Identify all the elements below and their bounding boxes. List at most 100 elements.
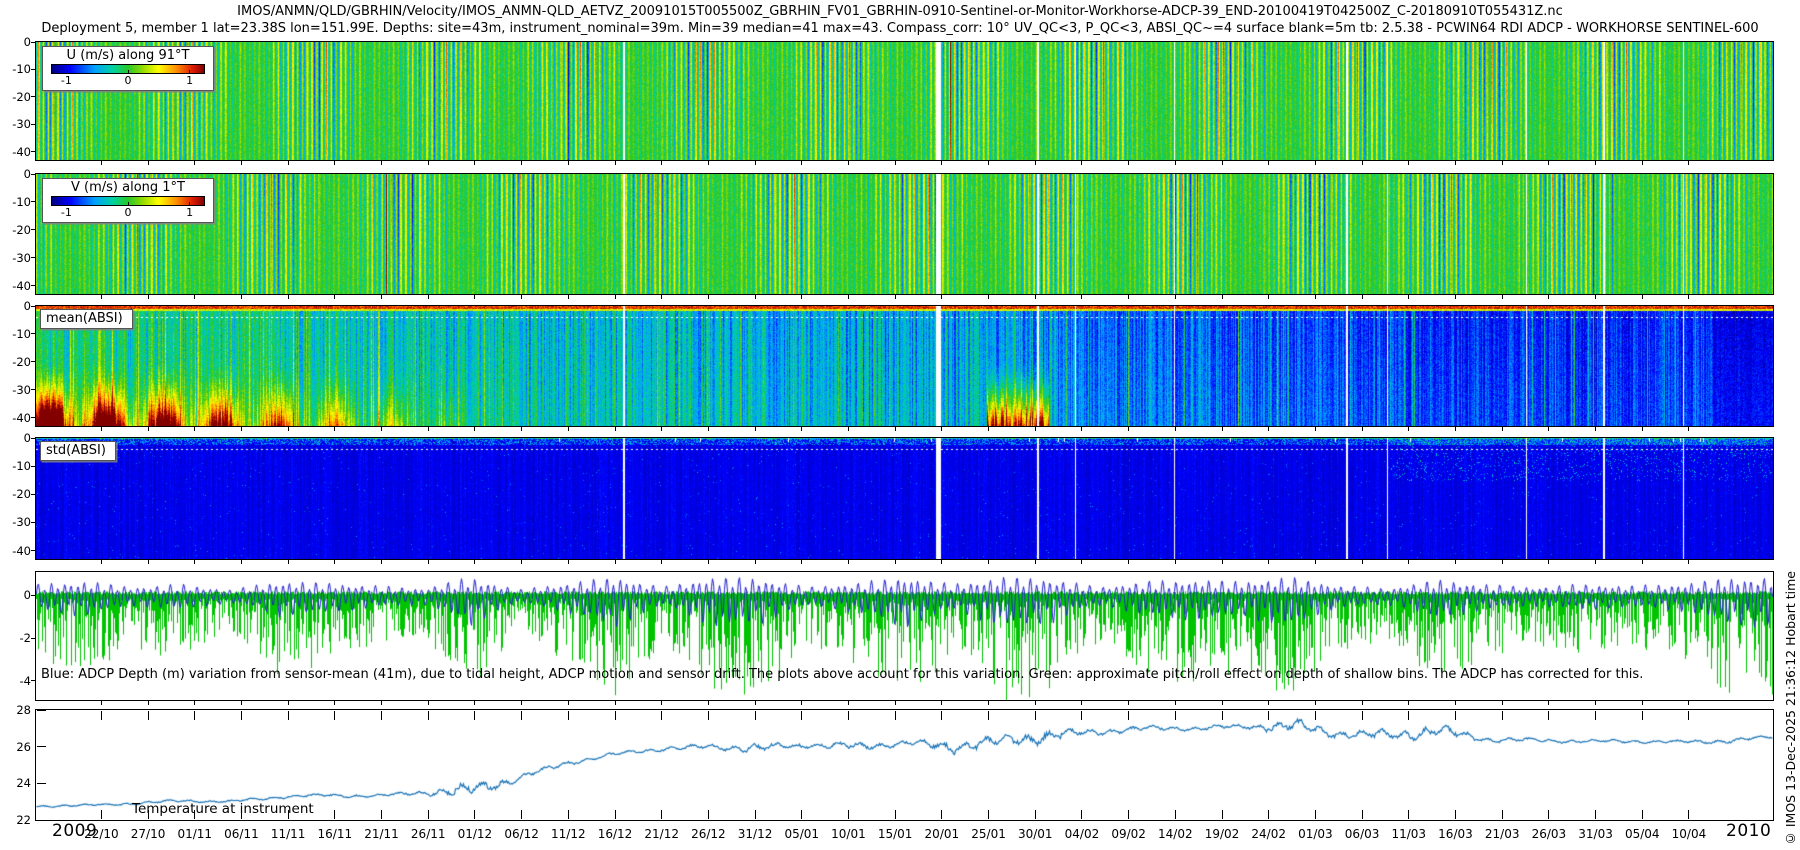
x-tick-mark xyxy=(755,560,756,564)
x-tick-mark xyxy=(428,295,429,299)
x-tick-mark xyxy=(1035,701,1036,705)
x-tick-mark xyxy=(1642,560,1643,564)
x-tick-mark xyxy=(1081,810,1082,819)
x-tick-mark xyxy=(381,711,382,720)
x-tick-mark xyxy=(334,560,335,564)
x-tick-mark xyxy=(1548,560,1549,564)
y-tick-label: -10 xyxy=(0,62,31,76)
x-tick-mark xyxy=(941,560,942,564)
y-tick-mark xyxy=(31,306,35,307)
x-tick-mark xyxy=(1455,711,1456,720)
x-tick-mark xyxy=(148,295,149,299)
x-tick-mark xyxy=(1222,810,1223,819)
x-tick-mark xyxy=(1595,161,1596,165)
x-tick-mark xyxy=(381,560,382,564)
x-tick-mark xyxy=(1128,427,1129,431)
x-tick-mark xyxy=(148,161,149,165)
x-tick-mark xyxy=(381,161,382,165)
x-tick-mark xyxy=(1688,560,1689,564)
temperature-label: Temperature at instrument xyxy=(132,801,314,817)
x-tick-label: 31/12 xyxy=(738,827,773,841)
x-tick-mark xyxy=(1268,711,1269,720)
x-tick-mark xyxy=(1081,161,1082,165)
y-tick-label: 26 xyxy=(0,740,31,754)
x-tick-mark xyxy=(288,427,289,431)
x-tick-label: 19/02 xyxy=(1205,827,1240,841)
y-tick-mark xyxy=(31,638,35,639)
x-tick-mark xyxy=(1548,295,1549,299)
x-tick-mark xyxy=(661,427,662,431)
x-tick-mark xyxy=(755,711,756,720)
x-tick-mark xyxy=(1455,295,1456,299)
x-tick-mark xyxy=(1455,560,1456,564)
x-tick-mark xyxy=(1175,427,1176,431)
x-tick-mark xyxy=(895,810,896,819)
x-tick-label: 11/03 xyxy=(1391,827,1426,841)
x-tick-label: 26/03 xyxy=(1532,827,1567,841)
x-tick-mark xyxy=(1362,427,1363,431)
x-tick-mark xyxy=(1035,161,1036,165)
x-tick-mark xyxy=(615,560,616,564)
y-tick-label: -40 xyxy=(0,145,31,159)
x-tick-mark xyxy=(521,810,522,819)
x-tick-mark xyxy=(1315,810,1316,819)
x-tick-mark xyxy=(1035,427,1036,431)
x-tick-mark xyxy=(1595,295,1596,299)
x-tick-mark xyxy=(988,427,989,431)
x-tick-label: 01/12 xyxy=(458,827,493,841)
x-tick-mark xyxy=(1035,810,1036,819)
x-tick-mark xyxy=(1502,295,1503,299)
x-tick-mark xyxy=(941,810,942,819)
x-tick-mark xyxy=(1362,295,1363,299)
x-tick-mark xyxy=(615,295,616,299)
x-tick-mark xyxy=(1595,711,1596,720)
x-tick-mark xyxy=(1408,810,1409,819)
x-tick-mark xyxy=(1548,427,1549,431)
x-tick-mark xyxy=(988,810,989,819)
x-tick-mark xyxy=(941,701,942,705)
x-tick-mark xyxy=(1642,161,1643,165)
x-tick-mark xyxy=(1128,161,1129,165)
x-tick-mark xyxy=(848,295,849,299)
mean-absi-label: mean(ABSI) xyxy=(40,309,133,329)
x-tick-mark xyxy=(755,161,756,165)
x-tick-mark xyxy=(895,560,896,564)
x-tick-mark xyxy=(521,161,522,165)
x-tick-mark xyxy=(708,701,709,705)
y-tick-label: -20 xyxy=(0,487,31,501)
x-tick-label: 10/04 xyxy=(1672,827,1707,841)
x-tick-mark xyxy=(661,295,662,299)
x-tick-mark xyxy=(334,711,335,720)
x-tick-mark xyxy=(381,701,382,705)
x-tick-mark xyxy=(708,560,709,564)
y-tick-mark xyxy=(31,438,35,439)
x-tick-mark xyxy=(801,701,802,705)
x-tick-mark xyxy=(521,560,522,564)
x-tick-mark xyxy=(1081,711,1082,720)
x-tick-mark xyxy=(661,810,662,819)
x-tick-mark xyxy=(148,427,149,431)
v-colorbar-tick: -1 xyxy=(61,206,72,219)
x-tick-label: 21/11 xyxy=(364,827,399,841)
x-tick-mark xyxy=(895,161,896,165)
x-tick-mark xyxy=(101,295,102,299)
x-tick-mark xyxy=(1455,427,1456,431)
y-tick-label: 0 xyxy=(0,35,31,49)
x-tick-label: 27/10 xyxy=(131,827,166,841)
x-tick-mark xyxy=(708,810,709,819)
x-tick-mark xyxy=(521,711,522,720)
x-tick-mark xyxy=(615,711,616,720)
x-tick-label: 21/12 xyxy=(644,827,679,841)
x-tick-mark xyxy=(428,810,429,819)
y-tick-label: -10 xyxy=(0,327,31,341)
x-tick-mark xyxy=(708,427,709,431)
x-tick-mark xyxy=(1081,295,1082,299)
x-tick-mark xyxy=(1362,560,1363,564)
y-tick-label: -40 xyxy=(0,279,31,293)
x-tick-mark xyxy=(1502,161,1503,165)
x-tick-mark xyxy=(895,295,896,299)
x-tick-mark xyxy=(1222,711,1223,720)
x-tick-label: 16/03 xyxy=(1438,827,1473,841)
x-tick-mark xyxy=(521,701,522,705)
x-tick-mark xyxy=(941,161,942,165)
